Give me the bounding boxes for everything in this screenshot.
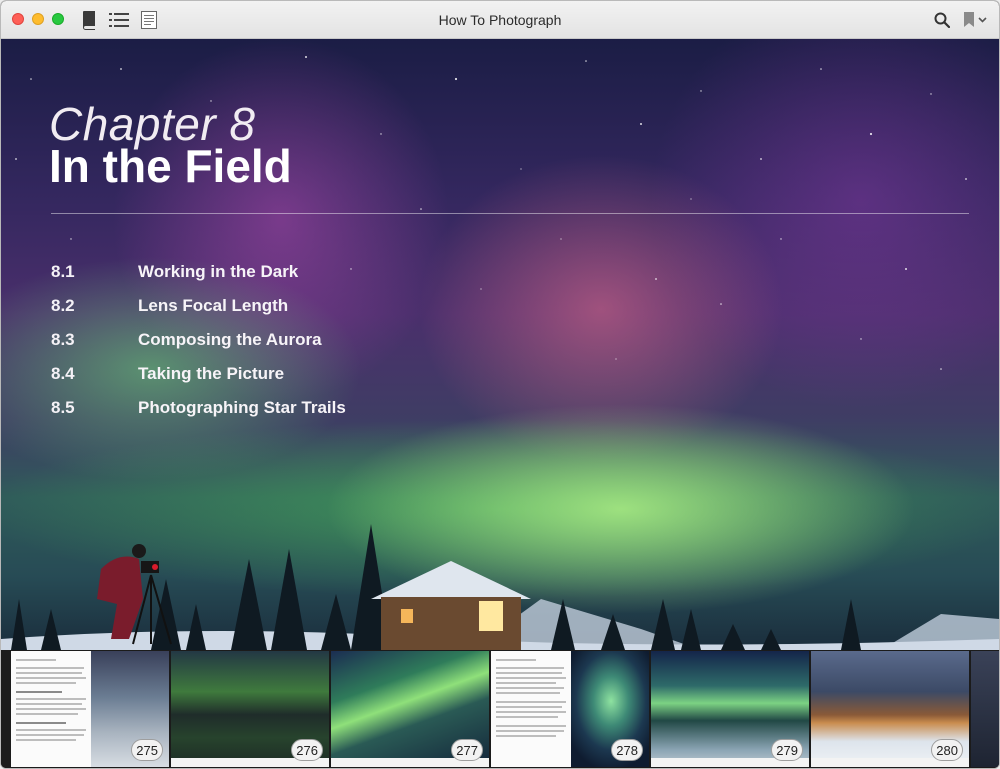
section-link-8-1[interactable]: 8.1 Working in the Dark <box>51 255 346 289</box>
cabin <box>371 561 531 650</box>
page-number-badge: 275 <box>131 739 163 761</box>
page-thumbnail-text[interactable] <box>491 651 571 767</box>
section-number: 8.3 <box>51 330 75 349</box>
divider <box>51 213 969 214</box>
page-thumbnail-photo[interactable]: 277 <box>331 651 489 767</box>
page-number-badge: 279 <box>771 739 803 761</box>
page-navigator[interactable]: 275 276 277 278 279 280 <box>1 650 999 768</box>
section-title: Working in the Dark <box>138 262 299 281</box>
section-number: 8.4 <box>51 364 75 383</box>
section-link-8-3[interactable]: 8.3 Composing the Aurora <box>51 323 346 357</box>
section-link-8-2[interactable]: 8.2 Lens Focal Length <box>51 289 346 323</box>
section-link-8-5[interactable]: 8.5 Photographing Star Trails <box>51 391 346 425</box>
page-thumbnail-photo[interactable] <box>971 651 999 767</box>
bookmark-icon[interactable] <box>963 12 989 33</box>
page-number-badge: 276 <box>291 739 323 761</box>
section-number: 8.5 <box>51 398 75 417</box>
app-window: How To Photograph Chapter 8 In the Field… <box>0 0 1000 769</box>
section-list: 8.1 Working in the Dark 8.2 Lens Focal L… <box>51 255 346 425</box>
page-number-badge: 278 <box>611 739 643 761</box>
section-title: Lens Focal Length <box>138 296 289 315</box>
window-title: How To Photograph <box>438 12 562 28</box>
page-thumbnail-photo[interactable]: 278 <box>571 651 649 767</box>
section-number: 8.1 <box>51 262 75 281</box>
section-number: 8.2 <box>51 296 75 315</box>
section-title: Photographing Star Trails <box>138 398 346 417</box>
page-number-badge: 280 <box>931 739 963 761</box>
page-thumbnail-photo[interactable]: 280 <box>811 651 969 767</box>
page-thumbnail-photo[interactable]: 275 <box>91 651 169 767</box>
page-thumbnail-photo[interactable]: 279 <box>651 651 809 767</box>
section-title: Taking the Picture <box>138 364 285 383</box>
title-bar: How To Photograph <box>1 1 999 39</box>
chapter-title: In the Field <box>49 140 292 192</box>
search-icon[interactable] <box>934 12 951 33</box>
page-number-badge: 277 <box>451 739 483 761</box>
section-title: Composing the Aurora <box>138 330 322 349</box>
page-thumbnail-photo[interactable]: 276 <box>171 651 329 767</box>
page-thumbnail-text[interactable] <box>11 651 91 767</box>
section-link-8-4[interactable]: 8.4 Taking the Picture <box>51 357 346 391</box>
chapter-opener: Chapter 8 In the Field 8.1 Working in th… <box>1 39 999 650</box>
